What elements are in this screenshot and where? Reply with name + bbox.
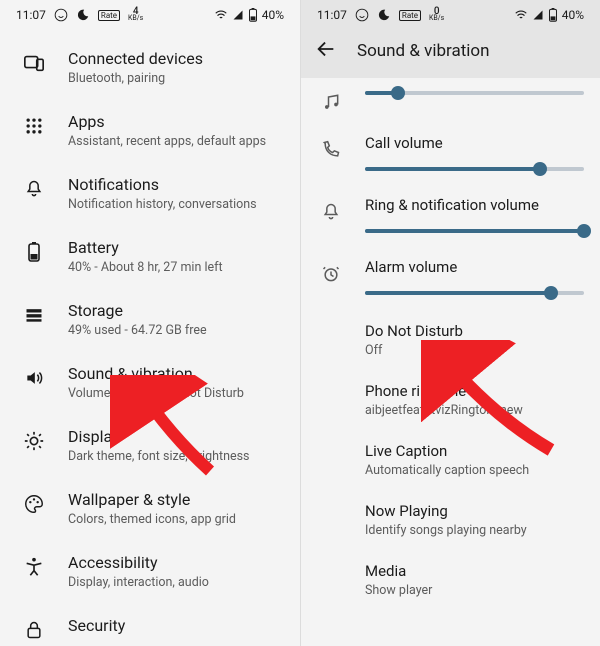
row-battery[interactable]: Battery 40% - About 8 hr, 27 min left bbox=[0, 225, 300, 288]
whatsapp-icon bbox=[355, 8, 369, 22]
row-title: Display bbox=[68, 427, 250, 446]
row-sub: Assistant, recent apps, default apps bbox=[68, 134, 266, 149]
signal-icon bbox=[232, 9, 244, 21]
pref-sub: aibjeetfeatritvizRingtonenew bbox=[365, 403, 584, 418]
settings-list: Connected devices Bluetooth, pairing Apps… bbox=[0, 30, 300, 646]
alarm-icon bbox=[319, 262, 343, 286]
volume-icon bbox=[22, 366, 46, 390]
pref-label: Do Not Disturb bbox=[365, 322, 584, 340]
net-speed: 0KB/s bbox=[429, 8, 444, 22]
row-apps[interactable]: Apps Assistant, recent apps, default apps bbox=[0, 99, 300, 162]
row-title: Notifications bbox=[68, 175, 257, 194]
row-security[interactable]: Security bbox=[0, 603, 300, 646]
row-notifications[interactable]: Notifications Notification history, conve… bbox=[0, 162, 300, 225]
moon-icon bbox=[377, 8, 391, 22]
status-bar: 11:07 Rate 4KB/s 40% bbox=[0, 0, 300, 30]
settings-screen: 11:07 Rate 4KB/s 40% Connected devices Bl… bbox=[0, 0, 300, 646]
lock-icon bbox=[22, 618, 46, 642]
battery-percent: 40% bbox=[562, 8, 584, 22]
row-title: Battery bbox=[68, 238, 223, 257]
row-sub: Bluetooth, pairing bbox=[68, 71, 203, 86]
slider-track[interactable] bbox=[365, 224, 584, 238]
music-icon bbox=[319, 90, 343, 114]
palette-icon bbox=[22, 492, 46, 516]
battery-icon bbox=[248, 8, 258, 22]
net-speed: 4KB/s bbox=[128, 8, 143, 22]
page-title: Sound & vibration bbox=[357, 41, 490, 61]
pref-sub: Automatically caption speech bbox=[365, 463, 584, 478]
row-sub: Colors, themed icons, app grid bbox=[68, 512, 236, 527]
badge-icon: Rate bbox=[98, 10, 120, 21]
row-connected-devices[interactable]: Connected devices Bluetooth, pairing bbox=[0, 36, 300, 99]
row-display[interactable]: Display Dark theme, font size, brightness bbox=[0, 414, 300, 477]
bell-icon bbox=[22, 177, 46, 201]
row-title: Apps bbox=[68, 112, 266, 131]
pref-label: Phone ringtone bbox=[365, 382, 584, 400]
row-sound-vibration[interactable]: Sound & vibration Volume, haptics, Do Not… bbox=[0, 351, 300, 414]
slider-label: Call volume bbox=[365, 134, 584, 152]
pref-now-playing[interactable]: Now Playing Identify songs playing nearb… bbox=[301, 490, 600, 550]
pref-label: Live Caption bbox=[365, 442, 584, 460]
row-sub: 40% - About 8 hr, 27 min left bbox=[68, 260, 223, 275]
sound-vibration-screen: 11:07 Rate 0KB/s 40% Sound & vibration C… bbox=[300, 0, 600, 646]
slider-ring[interactable]: Ring & notification volume bbox=[301, 186, 600, 248]
pref-media[interactable]: Media Show player bbox=[301, 550, 600, 610]
phone-icon bbox=[319, 138, 343, 162]
back-button[interactable] bbox=[315, 38, 337, 64]
slider-media[interactable] bbox=[301, 78, 600, 124]
row-storage[interactable]: Storage 49% used - 64.72 GB free bbox=[0, 288, 300, 351]
wifi-icon bbox=[214, 8, 228, 22]
status-time: 11:07 bbox=[317, 8, 347, 22]
slider-label: Ring & notification volume bbox=[365, 196, 584, 214]
row-title: Wallpaper & style bbox=[68, 490, 236, 509]
devices-icon bbox=[22, 51, 46, 75]
pref-sub: Off bbox=[365, 343, 584, 358]
row-sub: Volume, haptics, Do Not Disturb bbox=[68, 386, 244, 401]
row-sub: Dark theme, font size, brightness bbox=[68, 449, 250, 464]
whatsapp-icon bbox=[54, 8, 68, 22]
pref-sub: Identify songs playing nearby bbox=[365, 523, 584, 538]
apps-icon bbox=[22, 114, 46, 138]
battery-row-icon bbox=[22, 240, 46, 264]
slider-alarm[interactable]: Alarm volume bbox=[301, 248, 600, 310]
arrow-back-icon bbox=[315, 38, 337, 60]
row-accessibility[interactable]: Accessibility Display, interaction, audio bbox=[0, 540, 300, 603]
row-title: Sound & vibration bbox=[68, 364, 244, 383]
slider-track[interactable] bbox=[365, 162, 584, 176]
moon-icon bbox=[76, 8, 90, 22]
row-title: Security bbox=[68, 616, 125, 635]
badge-icon: Rate bbox=[399, 10, 421, 21]
slider-label: Alarm volume bbox=[365, 258, 584, 276]
pref-ringtone[interactable]: Phone ringtone aibjeetfeatritvizRingtone… bbox=[301, 370, 600, 430]
status-time: 11:07 bbox=[16, 8, 46, 22]
page-header: Sound & vibration bbox=[301, 30, 600, 78]
storage-icon bbox=[22, 303, 46, 327]
slider-call[interactable]: Call volume bbox=[301, 124, 600, 186]
row-title: Connected devices bbox=[68, 49, 203, 68]
slider-track[interactable] bbox=[365, 86, 584, 100]
bell-icon bbox=[319, 200, 343, 224]
pref-sub: Show player bbox=[365, 583, 584, 598]
battery-percent: 40% bbox=[262, 8, 284, 22]
row-sub: Notification history, conversations bbox=[68, 197, 257, 212]
accessibility-icon bbox=[22, 555, 46, 579]
pref-label: Now Playing bbox=[365, 502, 584, 520]
row-title: Accessibility bbox=[68, 553, 209, 572]
brightness-icon bbox=[22, 429, 46, 453]
pref-dnd[interactable]: Do Not Disturb Off bbox=[301, 310, 600, 370]
wifi-icon bbox=[514, 8, 528, 22]
signal-icon bbox=[532, 9, 544, 21]
pref-live-caption[interactable]: Live Caption Automatically caption speec… bbox=[301, 430, 600, 490]
slider-track[interactable] bbox=[365, 286, 584, 300]
status-bar: 11:07 Rate 0KB/s 40% bbox=[301, 0, 600, 30]
row-wallpaper[interactable]: Wallpaper & style Colors, themed icons, a… bbox=[0, 477, 300, 540]
row-sub: 49% used - 64.72 GB free bbox=[68, 323, 207, 338]
row-title: Storage bbox=[68, 301, 207, 320]
row-sub: Display, interaction, audio bbox=[68, 575, 209, 590]
battery-icon bbox=[548, 8, 558, 22]
sound-settings: Call volume Ring & notification volume A… bbox=[301, 78, 600, 610]
pref-label: Media bbox=[365, 562, 584, 580]
